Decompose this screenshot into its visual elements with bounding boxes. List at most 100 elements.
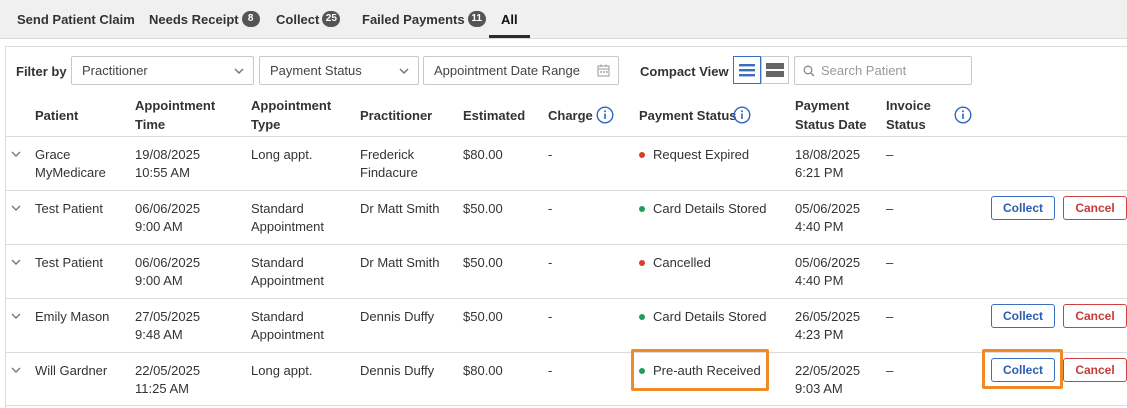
list-lines-icon <box>739 64 755 77</box>
tab-bar: Send Patient Claim Needs Receipt 8 Colle… <box>0 0 1127 39</box>
status-dot <box>639 313 645 320</box>
appt-time-cell: 22/05/2025 11:25 AM <box>135 362 200 398</box>
filter-label: Filter by <box>16 64 67 79</box>
highlight-box <box>631 349 769 391</box>
charge-cell: - <box>548 309 553 324</box>
practitioner-cell: Dennis Duffy <box>360 309 435 324</box>
col-header-charge: Charge <box>548 108 593 123</box>
estimated-cell: $50.00 <box>463 255 503 270</box>
cancel-button[interactable]: Cancel <box>1063 304 1127 328</box>
appt-time: 10:55 AM <box>135 165 190 180</box>
active-tab-indicator <box>489 35 530 38</box>
row-divider <box>6 298 1127 299</box>
compact-rows-icon <box>766 63 784 77</box>
expand-chevron-icon[interactable] <box>11 150 21 158</box>
appt-type-cell: Standard Appointment <box>251 254 324 290</box>
cancel-button[interactable]: Cancel <box>1063 196 1127 220</box>
expand-chevron-icon[interactable] <box>11 312 21 320</box>
appt-time-cell: 19/08/2025 10:55 AM <box>135 146 200 182</box>
appt-type: Standard <box>251 255 304 270</box>
tab-needs-receipt[interactable]: Needs Receipt 8 <box>149 0 260 38</box>
appt-date: 22/05/2025 <box>135 363 201 378</box>
tab-collect[interactable]: Collect 25 <box>276 0 341 38</box>
compact-view-label: Compact View <box>640 64 729 79</box>
practitioner-select[interactable]: Practitioner <box>71 56 254 85</box>
appt-type: Standard <box>251 309 304 324</box>
status-text: Cancelled <box>653 255 711 270</box>
row-divider <box>6 136 1127 137</box>
invoice-status-cell: – <box>886 309 894 324</box>
appt-type: Standard <box>251 201 304 216</box>
col-header-line: Appointment <box>251 98 332 113</box>
row-divider <box>6 405 1127 406</box>
compact-view-button[interactable] <box>761 56 789 84</box>
appt-type: Appointment <box>251 273 324 288</box>
patient-name: MyMedicare <box>35 165 106 180</box>
patient-cell: Will Gardner <box>35 363 108 378</box>
status-date: 26/05/2025 <box>795 309 861 324</box>
info-icon[interactable] <box>733 106 751 124</box>
status-date-cell: 26/05/2025 4:23 PM <box>795 308 860 344</box>
appt-time: 9:00 AM <box>135 219 183 234</box>
info-icon[interactable] <box>954 106 972 124</box>
status-time: 4:40 PM <box>795 273 844 288</box>
list-view-button[interactable] <box>733 56 761 84</box>
payment-status-select[interactable]: Payment Status <box>259 56 419 85</box>
appt-type-cell: Long appt. <box>251 146 312 164</box>
estimated-cell: $80.00 <box>463 147 503 162</box>
status-date: 18/08/2025 <box>795 147 861 162</box>
expand-chevron-icon[interactable] <box>11 204 21 212</box>
col-header-payment-status: Payment Status <box>639 108 737 123</box>
tab-label: Collect <box>276 11 320 27</box>
appt-type: Long appt. <box>251 147 313 162</box>
practitioner-cell: Dr Matt Smith <box>360 255 440 270</box>
practitioner-cell: Dennis Duffy <box>360 363 435 378</box>
status-time: 4:40 PM <box>795 219 844 234</box>
date-range-input[interactable]: Appointment Date Range <box>423 56 619 85</box>
row-divider <box>6 190 1127 191</box>
search-input[interactable]: Search Patient <box>794 56 972 85</box>
tab-all[interactable]: All <box>501 0 518 38</box>
count-badge: 8 <box>241 11 260 27</box>
estimated-cell: $80.00 <box>463 363 503 378</box>
collect-button[interactable]: Collect <box>991 196 1055 220</box>
status-dot <box>639 259 645 266</box>
cancel-button[interactable]: Cancel <box>1063 358 1127 382</box>
invoice-status-cell: – <box>886 255 894 270</box>
status-date-cell: 05/06/2025 4:40 PM <box>795 254 860 290</box>
appt-time: 9:00 AM <box>135 273 183 288</box>
charge-cell: - <box>548 147 553 162</box>
tab-label: Send Patient Claim <box>17 11 135 27</box>
col-header-practitioner: Practitioner <box>360 108 433 123</box>
col-header-estimated: Estimated <box>463 108 526 123</box>
info-icon[interactable] <box>596 106 614 124</box>
appt-type: Appointment <box>251 219 324 234</box>
count-badge: 25 <box>322 11 341 27</box>
appt-type-cell: Standard Appointment <box>251 308 324 344</box>
tab-failed-payments[interactable]: Failed Payments 11 <box>362 0 486 38</box>
appt-date: 27/05/2025 <box>135 309 201 324</box>
col-header-line: Status Date <box>795 117 867 132</box>
tab-send-patient-claim[interactable]: Send Patient Claim <box>17 0 135 38</box>
status-text: Request Expired <box>653 147 750 162</box>
appt-time: 9:48 AM <box>135 327 183 342</box>
row-divider <box>6 244 1127 245</box>
practitioner-name: Findacure <box>360 165 418 180</box>
tab-label: Failed Payments <box>362 11 465 27</box>
expand-chevron-icon[interactable] <box>11 366 21 374</box>
appt-date: 06/06/2025 <box>135 255 201 270</box>
collect-button[interactable]: Collect <box>991 304 1055 328</box>
status-date: 05/06/2025 <box>795 255 861 270</box>
select-value: Appointment Date Range <box>434 63 580 78</box>
status-dot <box>639 205 645 212</box>
status-time: 4:23 PM <box>795 327 844 342</box>
row-divider <box>6 352 1127 353</box>
status-date: 05/06/2025 <box>795 201 861 216</box>
col-header-line: Time <box>135 117 166 132</box>
appt-time-cell: 06/06/2025 9:00 AM <box>135 254 200 290</box>
appt-date: 19/08/2025 <box>135 147 201 162</box>
patient-cell: Test Patient <box>35 255 103 270</box>
expand-chevron-icon[interactable] <box>11 258 21 266</box>
patient-cell: Test Patient <box>35 201 103 216</box>
select-value: Payment Status <box>270 63 362 78</box>
